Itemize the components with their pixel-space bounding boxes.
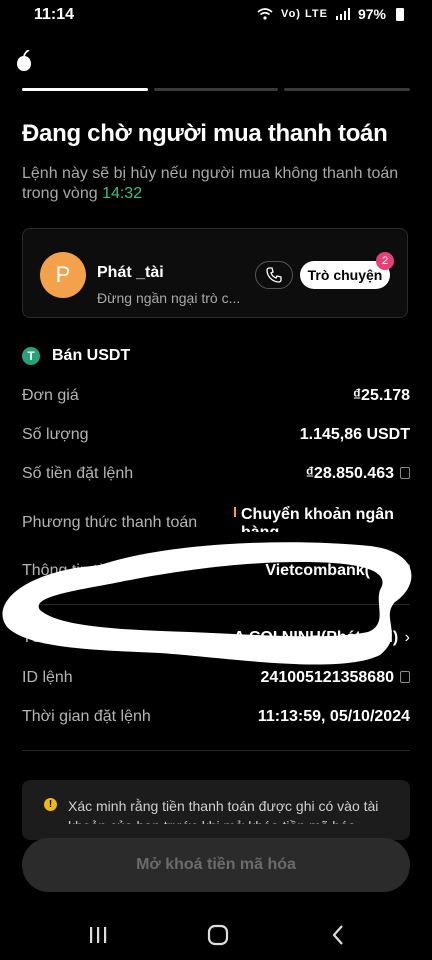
unit-price-value: ₫25.178: [352, 387, 410, 404]
warning-icon: !: [44, 798, 57, 811]
order-amount: ₫28.850.463: [306, 465, 410, 483]
unread-badge: 2: [376, 252, 394, 270]
order-section-title: Bán USDT: [52, 347, 131, 364]
signal-icon: [335, 8, 350, 20]
quantity-label: Số lượng: [22, 426, 89, 443]
order-amount-value: ₫28.850.463: [305, 465, 394, 482]
message-preview: Đừng ngần ngại trò c...: [97, 290, 241, 306]
unlock-crypto-button[interactable]: Mở khoá tiền mã hóa: [22, 838, 410, 892]
buyer-avatar: P: [40, 252, 86, 298]
copy-icon[interactable]: [400, 467, 410, 479]
back-icon[interactable]: [330, 924, 346, 946]
payment-method-label: Phương thức thanh toán: [22, 514, 198, 531]
divider: [22, 750, 410, 751]
battery-label: 97%: [357, 6, 386, 22]
page-subtitle: Lệnh này sẽ bị hủy nếu người mua không t…: [22, 164, 414, 204]
page-title: Đang chờ người mua thanh toán: [22, 120, 388, 147]
battery-icon: [396, 7, 404, 21]
quantity-value: 1.145,86 USDT: [299, 426, 410, 443]
unit-price-label: Đơn giá: [22, 387, 79, 404]
recents-icon[interactable]: [87, 925, 109, 945]
countdown-timer: 14:32: [102, 185, 143, 202]
progress-step-3: [284, 88, 410, 91]
phone-icon: [266, 267, 282, 283]
subtitle-text: Lệnh này sẽ bị hủy nếu người mua không t…: [22, 165, 399, 202]
app-logo-icon: [17, 50, 31, 71]
buyer-name[interactable]: Phát _tài: [97, 264, 164, 282]
payment-method-marker: [234, 507, 236, 517]
call-button[interactable]: [255, 261, 293, 289]
order-time-value: 11:13:59, 05/10/2024: [257, 708, 410, 725]
status-time: 11:14: [34, 6, 75, 23]
order-time-label: Thời gian đặt lệnh: [22, 708, 151, 725]
progress-step-2: [154, 88, 278, 91]
notice-text: Xác minh rằng tiền thanh toán được ghi c…: [68, 798, 379, 824]
progress-step-1: [22, 88, 148, 91]
order-amount-label: Số tiền đặt lệnh: [22, 465, 134, 482]
tether-icon: T: [22, 347, 40, 365]
network-label: Vo) LTE: [281, 8, 328, 20]
scribble-overlay: [2, 542, 412, 665]
payment-method-value: Chuyển khoản ngân hàng: [241, 506, 394, 532]
status-icons: Vo) LTE 97%: [257, 6, 404, 22]
wifi-icon: [257, 8, 273, 20]
home-icon[interactable]: [207, 924, 229, 946]
